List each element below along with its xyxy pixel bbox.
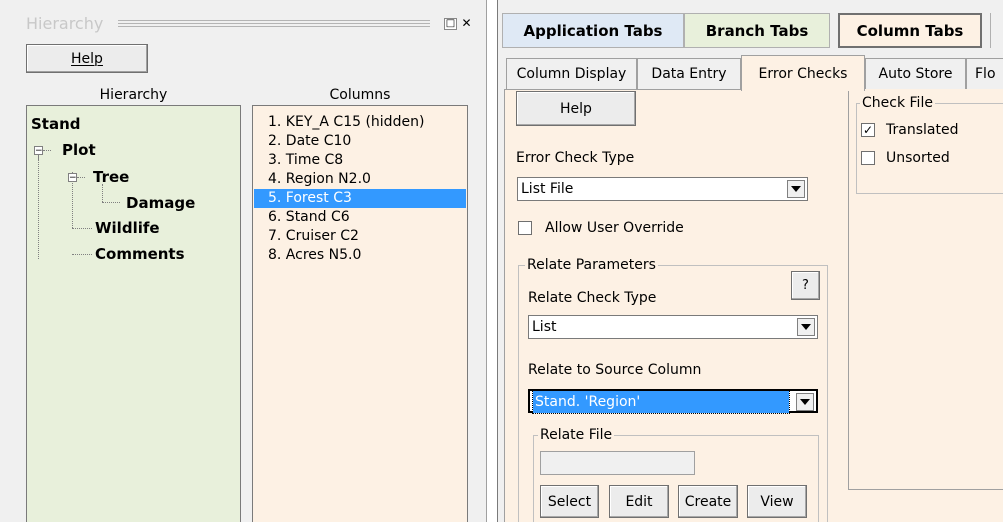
relate-source-value: Stand. 'Region' (532, 390, 790, 414)
tree-node-wildlife[interactable]: Wildlife (95, 219, 160, 237)
tree-connector (102, 202, 120, 203)
help-button[interactable]: Help (26, 44, 148, 73)
tree-connector (102, 184, 103, 202)
collapse-plot-icon[interactable]: − (34, 146, 43, 156)
list-item[interactable]: 7. Cruiser C2 (254, 227, 466, 246)
relate-check-type-label: Relate Check Type (528, 290, 657, 306)
list-item[interactable]: 8. Acres N5.0 (254, 246, 466, 265)
chevron-down-icon[interactable] (796, 393, 814, 411)
translated-checkbox[interactable]: ✓ (861, 123, 875, 137)
columns-header: Columns (329, 87, 391, 103)
relate-file-input[interactable] (540, 451, 695, 475)
tree-connector (72, 228, 92, 229)
relate-source-select[interactable]: Stand. 'Region' (528, 389, 818, 414)
help-button-right[interactable]: Help (516, 91, 636, 126)
list-item[interactable]: 4. Region N2.0 (254, 170, 466, 189)
edit-button[interactable]: Edit (609, 485, 669, 518)
list-item[interactable]: 2. Date C10 (254, 132, 466, 151)
edit-button-label: Edit (625, 493, 653, 510)
title-grip-line (118, 23, 430, 24)
question-icon: ? (802, 278, 809, 293)
relate-parameters-title: Relate Parameters (525, 256, 658, 274)
tree-connector (77, 177, 85, 178)
tree-connector (38, 156, 39, 259)
unsorted-checkbox[interactable] (861, 151, 875, 165)
allow-user-override-checkbox[interactable] (518, 221, 532, 235)
close-icon[interactable]: ✕ (460, 17, 473, 30)
title-grip-line (118, 20, 430, 21)
error-check-type-value: List File (521, 181, 574, 197)
relate-help-button[interactable]: ? (791, 271, 820, 300)
view-button-label: View (760, 493, 794, 510)
tree-node-damage[interactable]: Damage (126, 194, 195, 212)
relate-source-label: Relate to Source Column (528, 362, 702, 378)
relate-check-type-value: List (532, 319, 557, 335)
tree-node-stand[interactable]: Stand (31, 115, 81, 133)
collapse-tree-icon[interactable]: − (68, 173, 77, 183)
list-item[interactable]: 6. Stand C6 (254, 208, 466, 227)
list-item[interactable]: 3. Time C8 (254, 151, 466, 170)
unsorted-label: Unsorted (886, 150, 950, 166)
list-item[interactable]: 1. KEY_A C15 (hidden) (254, 113, 466, 132)
tree-node-comments[interactable]: Comments (95, 245, 185, 263)
tree-connector (72, 254, 92, 255)
error-check-type-label: Error Check Type (516, 150, 635, 166)
hierarchy-header: Hierarchy (99, 87, 168, 103)
pane-title: Hierarchy (26, 14, 104, 33)
columns-list[interactable]: 1. KEY_A C15 (hidden) 2. Date C10 3. Tim… (252, 105, 468, 522)
tab-data-entry[interactable]: Data Entry (637, 58, 741, 89)
hierarchy-tree[interactable]: − − Stand Plot Tree Damage Wildlife Comm… (26, 105, 241, 522)
relate-file-title: Relate File (538, 426, 615, 444)
chevron-down-icon[interactable] (797, 318, 815, 336)
tab-application[interactable]: Application Tabs (502, 13, 684, 48)
allow-user-override-label: Allow User Override (545, 220, 684, 236)
select-button-label: Select (547, 493, 592, 510)
view-button[interactable]: View (747, 485, 807, 518)
create-button-label: Create (684, 493, 732, 510)
help-button-right-label: Help (560, 100, 592, 117)
tab-auto-store[interactable]: Auto Store (865, 58, 966, 89)
tree-connector (43, 150, 51, 151)
chevron-down-icon[interactable] (787, 180, 805, 198)
list-item-selected[interactable]: 5. Forest C3 (254, 189, 466, 208)
tree-node-tree[interactable]: Tree (93, 168, 129, 186)
error-check-type-select[interactable]: List File (517, 177, 808, 201)
tab-overflow-edge (990, 13, 1003, 48)
check-file-title: Check File (860, 94, 935, 112)
help-button-label: Help (71, 50, 103, 67)
tab-error-checks[interactable]: Error Checks (741, 55, 865, 91)
translated-label: Translated (886, 122, 959, 138)
tree-node-plot[interactable]: Plot (62, 141, 96, 159)
tab-branch[interactable]: Branch Tabs (684, 13, 830, 48)
title-grip-line (118, 26, 430, 27)
restore-icon[interactable]: □ (444, 18, 457, 30)
select-button[interactable]: Select (540, 485, 599, 518)
create-button[interactable]: Create (678, 485, 738, 518)
relate-check-type-select[interactable]: List (528, 315, 818, 339)
tab-column[interactable]: Column Tabs (838, 13, 982, 48)
tab-column-display[interactable]: Column Display (506, 58, 637, 89)
tab-fo-truncated[interactable]: Flo (966, 58, 1003, 89)
